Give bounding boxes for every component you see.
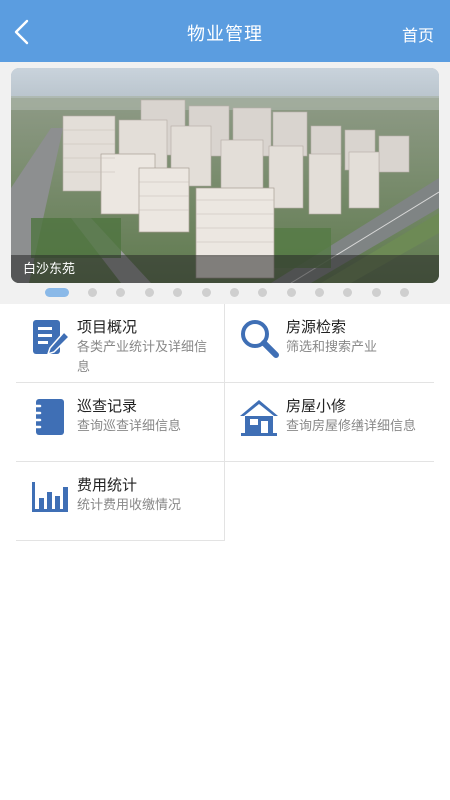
menu-item-inspection-records[interactable]: 巡查记录 查询巡查详细信息 [16,383,225,462]
menu-item-title: 项目概况 [77,318,138,336]
menu-item-title: 房源检索 [286,318,347,336]
carousel-dot[interactable] [202,288,211,297]
menu-item-title: 巡查记录 [77,397,138,415]
banner-area: 白沙东苑 [0,62,450,304]
top-bar: 物业管理 首页 [0,0,450,62]
carousel-dot[interactable] [88,288,97,297]
carousel-dot[interactable] [400,288,409,297]
menu-item-house-repair[interactable]: 房屋小修 查询房屋修缮详细信息 [225,383,434,462]
menu-item-fee-statistics[interactable]: 费用统计 统计费用收缴情况 [16,462,225,541]
carousel-dot[interactable] [116,288,125,297]
menu-item-desc: 统计费用收缴情况 [77,498,182,513]
banner-carousel[interactable]: 白沙东苑 [11,68,439,283]
banner-caption: 白沙东苑 [23,262,76,277]
menu-item-title: 费用统计 [77,476,138,494]
menu-item-desc: 查询房屋修缮详细信息 [286,419,417,434]
carousel-dot[interactable] [343,288,352,297]
house-icon [240,400,278,436]
carousel-dot[interactable] [315,288,324,297]
carousel-dot[interactable] [45,288,69,297]
menu-item-title: 房屋小修 [286,397,347,415]
menu-item-project-overview[interactable]: 项目概况 各类产业统计及详细信息 [16,304,225,383]
menu-item-desc: 各类产业统计及详细信息 [77,340,208,375]
page-title: 物业管理 [187,24,263,45]
menu-item-desc: 筛选和搜索产业 [286,340,378,355]
estate-photo [11,68,439,283]
carousel-dot[interactable] [287,288,296,297]
magnifier-icon [241,320,279,358]
menu-item-desc: 查询巡查详细信息 [77,419,182,434]
carousel-dot[interactable] [145,288,154,297]
carousel-dot[interactable] [258,288,267,297]
document-edit-icon [33,320,70,356]
home-link[interactable]: 首页 [402,22,434,46]
carousel-dot[interactable] [230,288,239,297]
notebook-icon [31,399,64,435]
caption-bar [11,255,439,283]
bar-chart-icon [32,482,68,512]
carousel-indicators [0,288,450,300]
menu-item-property-search[interactable]: 房源检索 筛选和搜索产业 [225,304,434,383]
carousel-dot[interactable] [173,288,182,297]
carousel-dot[interactable] [372,288,381,297]
